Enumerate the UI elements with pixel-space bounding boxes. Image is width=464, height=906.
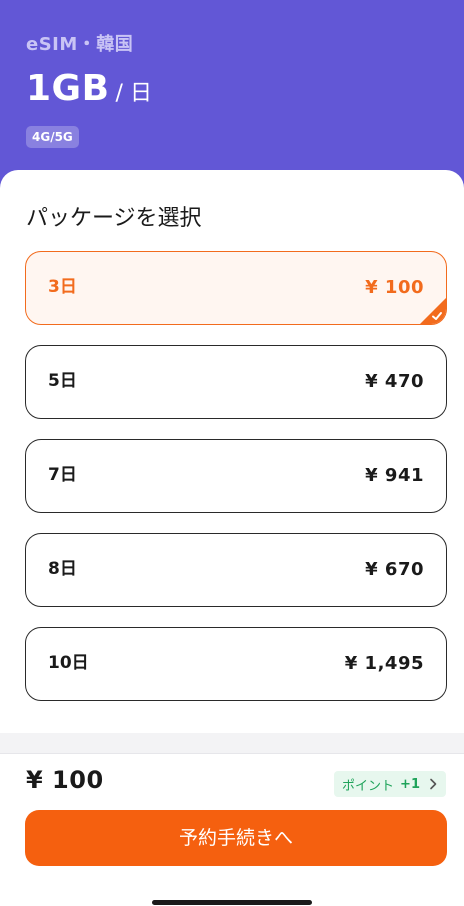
package-price: ¥ 100 xyxy=(365,277,424,298)
check-icon xyxy=(432,312,442,320)
package-price: ¥ 941 xyxy=(365,465,424,486)
total-price: ¥ 100 xyxy=(26,766,104,794)
package-days: 5日 xyxy=(48,371,77,391)
data-amount: 1GB xyxy=(26,68,110,109)
proceed-to-booking-button[interactable]: 予約手続きへ xyxy=(25,810,447,866)
home-indicator xyxy=(152,900,312,905)
points-badge[interactable]: ポイント +1 xyxy=(334,771,446,797)
package-option-10-days[interactable]: 10日 ¥ 1,495 xyxy=(25,627,447,701)
package-option-5-days[interactable]: 5日 ¥ 470 xyxy=(25,345,447,419)
package-option-8-days[interactable]: 8日 ¥ 670 xyxy=(25,533,447,607)
package-section-title: パッケージを選択 xyxy=(26,206,202,231)
package-price: ¥ 670 xyxy=(365,559,424,580)
points-value: +1 xyxy=(400,776,420,792)
network-badge: 4G/5G xyxy=(26,126,79,148)
section-divider xyxy=(0,733,464,754)
package-list: 3日 ¥ 100 5日 ¥ 470 7日 ¥ 941 8日 ¥ 670 10日 … xyxy=(25,251,447,721)
per-unit: / 日 xyxy=(115,81,152,106)
package-days: 7日 xyxy=(48,465,77,485)
package-option-7-days[interactable]: 7日 ¥ 941 xyxy=(25,439,447,513)
package-price: ¥ 470 xyxy=(365,371,424,392)
package-days: 3日 xyxy=(48,277,77,297)
package-price: ¥ 1,495 xyxy=(344,653,424,674)
package-option-3-days[interactable]: 3日 ¥ 100 xyxy=(25,251,447,325)
plan-title: 1GB / 日 xyxy=(26,68,152,109)
product-subtitle: eSIM・韓国 xyxy=(26,34,134,55)
package-days: 10日 xyxy=(48,653,89,673)
package-days: 8日 xyxy=(48,559,77,579)
chevron-right-icon xyxy=(430,778,437,790)
points-label: ポイント xyxy=(342,778,395,794)
